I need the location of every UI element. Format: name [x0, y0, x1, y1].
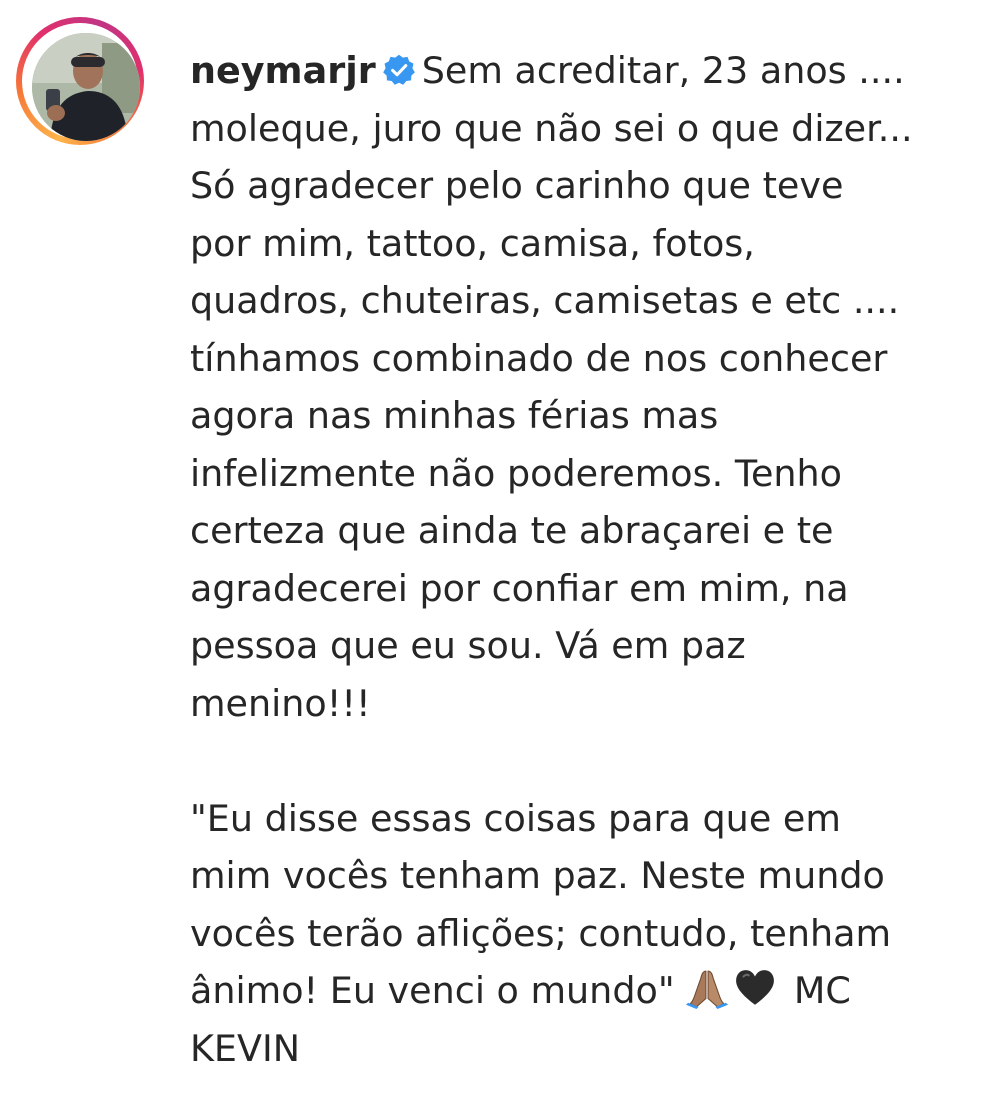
caption-line: moleque, juro que não sei o que dizer...: [190, 106, 913, 150]
caption-line: certeza que ainda te abraçarei e te: [190, 509, 834, 552]
caption-line: agradecerei por confiar em mim, na: [190, 566, 849, 610]
caption-line: KEVIN: [190, 1026, 301, 1070]
praying-hands-icon: [686, 970, 729, 1009]
caption-line: infelizmente não poderemos. Tenho: [190, 451, 843, 495]
caption-line: "Eu disse essas coisas para que em: [190, 796, 841, 840]
profile-photo: [32, 33, 140, 141]
caption-text: neymarjr Sem acreditar, 23 anos .... mol…: [190, 42, 980, 1077]
caption-line-text: ânimo! Eu venci o mundo": [190, 969, 675, 1012]
caption-line: tínhamos combinado de nos conhecer: [190, 336, 888, 380]
caption-line: quadros, chuteiras, camisetas e etc ....: [190, 279, 900, 322]
username-link[interactable]: neymarjr: [190, 49, 376, 92]
avatar[interactable]: [32, 33, 140, 141]
caption-line: Só agradecer pelo carinho que teve: [190, 164, 844, 207]
caption-line: mim vocês tenham paz. Neste mundo: [190, 854, 885, 897]
caption-line: menino!!!: [190, 681, 371, 725]
caption-line-text: MC: [793, 969, 851, 1012]
caption-line: neymarjr Sem acreditar, 23 anos ....: [190, 42, 980, 100]
verified-badge-icon: [382, 54, 415, 85]
caption-line: pessoa que eu sou. Vá em paz: [190, 624, 746, 667]
instagram-post-caption: neymarjr Sem acreditar, 23 anos .... mol…: [0, 0, 1000, 1106]
caption-line-text: Sem acreditar, 23 anos ....: [421, 49, 905, 92]
caption-line: por mim, tattoo, camisa, fotos,: [190, 221, 755, 265]
caption-line: vocês terão aflições; contudo, tenham: [190, 911, 892, 955]
story-ring[interactable]: [16, 17, 144, 145]
caption-line: agora nas minhas férias mas: [190, 394, 719, 437]
caption-line: ânimo! Eu venci o mundo" MC: [190, 962, 980, 1020]
black-heart-icon: [736, 970, 775, 1005]
